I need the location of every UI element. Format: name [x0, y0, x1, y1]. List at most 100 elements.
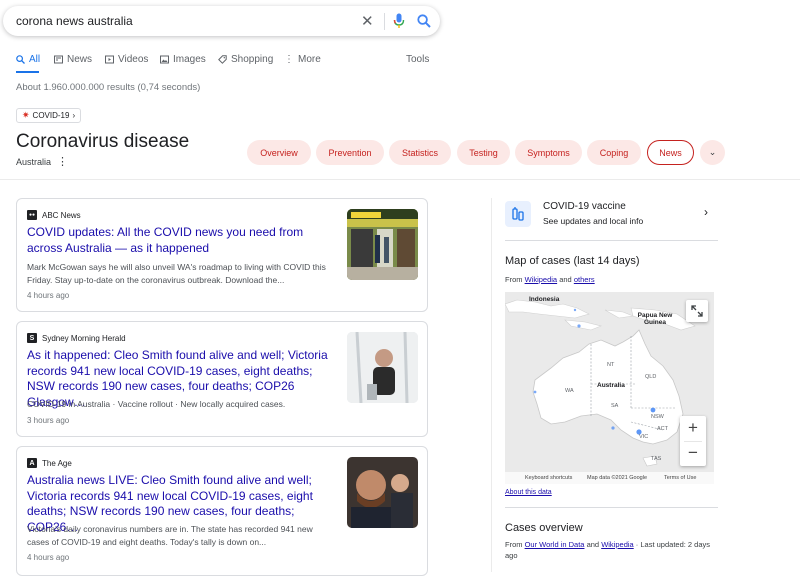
- more-vert-icon: ⋮: [284, 54, 294, 65]
- search-divider: [384, 13, 385, 30]
- news-snippet: Mark McGowan says he will also unveil WA…: [27, 262, 326, 285]
- keyboard-shortcuts-link[interactable]: Keyboard shortcuts: [525, 475, 572, 481]
- map-source-and: and: [559, 275, 572, 284]
- news-thumbnail[interactable]: [347, 209, 418, 280]
- pills-expand-button[interactable]: ⌄: [700, 140, 725, 165]
- tab-all[interactable]: All: [16, 54, 40, 65]
- abc-logo-icon: ●●: [27, 210, 37, 220]
- vaccine-subtitle: See updates and local info: [543, 216, 644, 226]
- wikipedia-link[interactable]: Wikipedia: [525, 275, 558, 284]
- smh-logo-icon: S: [27, 333, 37, 343]
- news-thumbnail[interactable]: [347, 457, 418, 528]
- news-source: A The Age: [27, 458, 72, 468]
- video-icon: [105, 55, 114, 64]
- location-menu-icon[interactable]: ⋮: [57, 155, 68, 168]
- cases-source: From Our World in Data and Wikipedia · L…: [505, 539, 717, 561]
- others-link[interactable]: others: [574, 275, 595, 284]
- pill-label: News: [659, 147, 682, 158]
- pill-coping[interactable]: Coping: [587, 140, 641, 165]
- map-source-prefix: From: [505, 275, 523, 284]
- our-world-in-data-link[interactable]: Our World in Data: [525, 540, 585, 549]
- clear-icon[interactable]: ✕: [361, 12, 374, 30]
- map-footer: Keyboard shortcuts Map data ©2021 Google…: [505, 472, 714, 484]
- search-icon[interactable]: [417, 14, 431, 28]
- map-label-sa: SA: [611, 403, 619, 409]
- search-box[interactable]: corona news australia ✕: [3, 6, 440, 36]
- pill-testing[interactable]: Testing: [457, 140, 510, 165]
- tab-label: Shopping: [231, 54, 274, 65]
- news-thumbnail[interactable]: [347, 332, 418, 403]
- tab-videos[interactable]: Videos: [105, 54, 148, 65]
- chevron-right-icon: ›: [72, 111, 76, 120]
- map-label-australia: Australia: [597, 382, 625, 389]
- source-name: Sydney Morning Herald: [42, 333, 126, 343]
- tab-label: Videos: [118, 54, 149, 65]
- map-label-indonesia: Indonesia: [529, 296, 560, 303]
- pill-label: Prevention: [328, 147, 372, 158]
- map-label-nt: NT: [607, 362, 615, 368]
- pill-prevention[interactable]: Prevention: [316, 140, 384, 165]
- news-headline[interactable]: COVID updates: All the COVID news you ne…: [27, 225, 332, 256]
- chevron-right-icon: ›: [704, 205, 708, 219]
- cases-source-and: and: [586, 540, 600, 549]
- news-time: 3 hours ago: [27, 416, 70, 425]
- panel-divider: [505, 507, 718, 508]
- shopfront-image: [347, 209, 418, 280]
- source-name: ABC News: [42, 210, 81, 220]
- pill-label: Statistics: [401, 147, 438, 158]
- cases-overview-title: Cases overview: [505, 522, 583, 534]
- map-data-credit: Map data ©2021 Google: [587, 475, 648, 481]
- search-icon: [16, 55, 25, 64]
- tab-label: Images: [173, 54, 206, 65]
- map-label-tas: TAS: [651, 456, 662, 462]
- terms-link[interactable]: Terms of Use: [664, 475, 696, 481]
- active-tab-indicator: [16, 71, 39, 73]
- cases-map[interactable]: Indonesia Papua New Guinea Australia NT …: [505, 292, 714, 484]
- pill-news[interactable]: News: [647, 140, 694, 165]
- tab-label: All: [29, 54, 41, 65]
- press-conference-image: [347, 332, 418, 403]
- about-this-data-link[interactable]: About this data: [505, 489, 552, 496]
- tab-images[interactable]: Images: [160, 54, 206, 65]
- expand-icon: [691, 305, 703, 317]
- page-title: Coronavirus disease: [16, 131, 190, 152]
- map-label-wa: WA: [565, 388, 574, 394]
- tab-label: News: [67, 54, 93, 65]
- tab-shopping[interactable]: Shopping: [218, 54, 273, 65]
- pill-statistics[interactable]: Statistics: [389, 140, 451, 165]
- chip-label: COVID-19: [32, 111, 70, 120]
- news-source: ●● ABC News: [27, 210, 81, 220]
- pill-label: Testing: [469, 147, 498, 158]
- map-label-qld: QLD: [645, 374, 657, 380]
- panel-divider: [505, 240, 718, 241]
- knowledge-panel: COVID-19 vaccine See updates and local i…: [491, 198, 718, 572]
- news-snippet: COVID-19 in Australia · Vaccine rollout …: [27, 399, 286, 409]
- tools-label: Tools: [406, 54, 430, 65]
- pill-label: Overview: [260, 147, 298, 158]
- source-name: The Age: [42, 458, 72, 468]
- wikipedia-link[interactable]: Wikipedia: [601, 540, 634, 549]
- news-card[interactable]: S Sydney Morning Herald As it happened: …: [16, 321, 428, 437]
- tab-news[interactable]: News: [54, 54, 92, 65]
- tab-more[interactable]: ⋮ More: [284, 54, 321, 65]
- microphone-icon[interactable]: [393, 13, 405, 29]
- the-age-logo-icon: A: [27, 458, 37, 468]
- covid-chip[interactable]: ✷ COVID-19 ›: [16, 108, 82, 123]
- pill-label: Coping: [599, 147, 629, 158]
- zoom-out-button[interactable]: −: [680, 441, 706, 466]
- map-label-png: Papua New Guinea: [637, 312, 673, 326]
- news-time: 4 hours ago: [27, 291, 70, 300]
- chevron-down-icon: ⌄: [708, 147, 717, 157]
- location-label: Australia: [16, 157, 52, 167]
- pill-symptoms[interactable]: Symptoms: [515, 140, 582, 165]
- zoom-in-button[interactable]: +: [680, 416, 706, 441]
- map-title: Map of cases (last 14 days): [505, 255, 640, 267]
- news-card[interactable]: ●● ABC News COVID updates: All the COVID…: [16, 198, 428, 312]
- fullscreen-button[interactable]: [686, 300, 708, 322]
- news-source: S Sydney Morning Herald: [27, 333, 126, 343]
- news-card[interactable]: A The Age Australia news LIVE: Cleo Smit…: [16, 446, 428, 576]
- tools-button[interactable]: Tools: [406, 54, 429, 65]
- pill-overview[interactable]: Overview: [247, 140, 311, 165]
- search-input[interactable]: corona news australia: [16, 14, 133, 28]
- zoom-controls: + −: [680, 416, 706, 466]
